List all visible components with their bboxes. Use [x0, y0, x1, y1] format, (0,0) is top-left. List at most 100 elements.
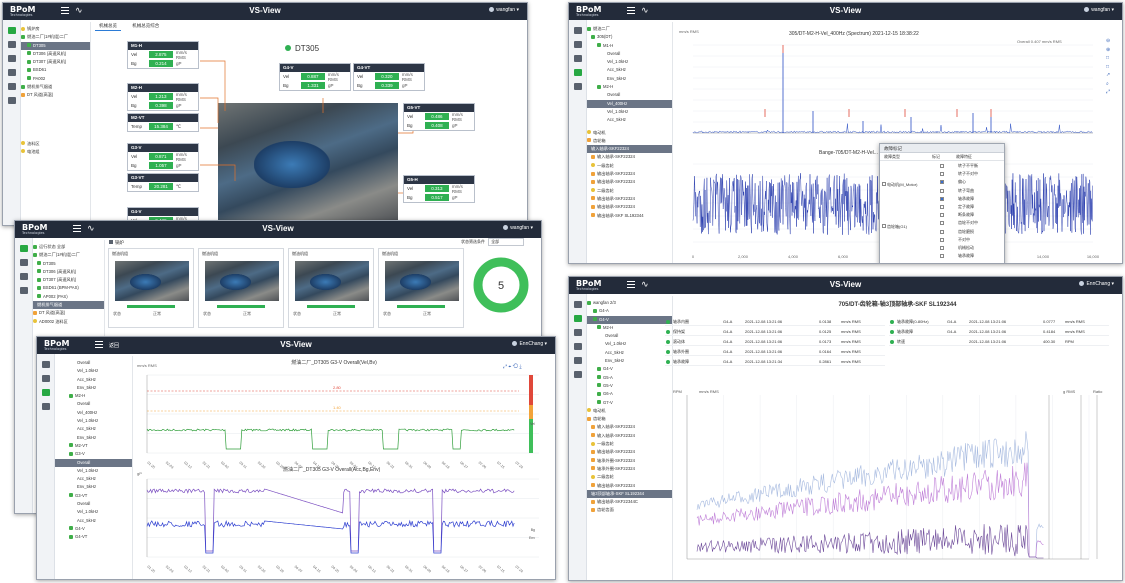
tree-item[interactable]: Overall [587, 50, 672, 58]
device-icon[interactable] [19, 287, 28, 294]
tree-item[interactable]: Vel_1.0kHz [587, 58, 672, 66]
fault-checkbox[interactable] [940, 205, 944, 210]
indicator-row[interactable]: 轴承故障 G4-A 2021-12-08 13:21:06 0.4184 mm/s RM… [889, 327, 1109, 336]
tree-item[interactable]: 电动机 [587, 407, 672, 415]
fault-group[interactable]: 齿轮箱(G1) [882, 224, 907, 230]
tree-item[interactable]: Acc_5kHz [55, 517, 132, 525]
tree-item[interactable]: DT307 (高速风机) [33, 276, 104, 284]
alarm-icon[interactable] [573, 357, 582, 364]
indicator-row[interactable]: 轴承外圈 G4-A 2021-12-08 13:21:06 0.0164 mm/s RM… [665, 347, 885, 356]
sensor-card[interactable]: M2-VT Temp 15.384 ℃ [127, 113, 199, 132]
tree-item[interactable]: 齿轮箱 [587, 415, 672, 423]
fault-checkbox[interactable] [940, 188, 944, 193]
tree-item[interactable]: G5-A [587, 374, 672, 382]
chart-icon[interactable] [573, 315, 582, 322]
tree-item[interactable]: 一级齿轮 [587, 440, 672, 448]
tree-item[interactable]: DT 风道(高温) [33, 309, 104, 317]
tree-item[interactable]: Vel_1.0kHz [55, 467, 132, 475]
sensor-card[interactable]: G4-VT Vel 0.320 mm/s RMS Bg 0.339 gP [353, 63, 425, 91]
tree-item[interactable]: Overall [55, 359, 132, 367]
tree-item[interactable]: Vel_1.0kHz [587, 340, 672, 348]
tree-item[interactable]: Vel_400Hz [55, 409, 132, 417]
tree-item-selected[interactable]: Overall [55, 458, 132, 467]
indicator-row[interactable]: 滚动体 G4-A 2021-12-08 13:21:06 0.0173 mm/s RMS [665, 337, 885, 346]
tree-item[interactable]: Env_5kHz [55, 483, 132, 491]
fault-row[interactable]: 断条故障 [934, 211, 978, 219]
device-icon[interactable] [573, 343, 582, 350]
fault-checkbox[interactable] [940, 221, 944, 226]
indicator-row[interactable]: 轴承故障(0-80Hz) G4-A 2021-12-08 13:21:06 0.077… [889, 317, 1109, 326]
tree-item[interactable]: 输出轴承-SKF22344C [587, 498, 672, 506]
tree-item[interactable]: Overall [55, 500, 132, 508]
machine-card[interactable]: 燃油机组 状态 正常 [378, 248, 464, 328]
user-menu[interactable]: EnnChang ▾ [512, 341, 547, 347]
tree-item[interactable]: G6-A [587, 390, 672, 398]
tree-item[interactable]: Env_5kHz [587, 75, 672, 83]
fault-row[interactable]: 转子弯曲 [934, 187, 978, 195]
tree-item[interactable]: AD0002 油料区 [33, 318, 104, 326]
user-menu[interactable]: wangfan ▾ [503, 225, 533, 231]
tree-item[interactable]: Acc_5kHz [587, 116, 672, 124]
settings-icon[interactable] [573, 371, 582, 378]
machine-card[interactable]: 燃油机组 状态 正常 [288, 248, 374, 328]
tree-item[interactable]: Acc_5kHz [55, 425, 132, 433]
tree-item[interactable]: 输出轴承-SKF22324 [587, 178, 672, 186]
tree-item[interactable]: BSD61 (BPM-PAS) [33, 284, 104, 292]
sensor-card[interactable]: G3-V Vel 0.871 mm/s RMS Bg 1.057 gP [127, 143, 199, 171]
fault-row[interactable]: 齿轮不对中 [934, 219, 978, 227]
tree-item[interactable]: G4-V [587, 365, 672, 373]
fault-checkbox[interactable] [940, 245, 944, 250]
sensor-card[interactable]: G5-H Vel 0.313 mm/s RMS Bg 0.517 gP [403, 175, 475, 203]
fault-row[interactable]: 不对中 [934, 236, 978, 244]
fault-row[interactable]: 轴承故障 [934, 252, 978, 260]
dashboard-icon[interactable] [573, 27, 582, 34]
dashboard-icon[interactable] [41, 361, 50, 368]
tree-item[interactable]: 输出轴承-SKF SL192344 [587, 212, 672, 220]
fault-group[interactable]: 电动机(M_Motor) [882, 182, 917, 188]
tree-item[interactable]: M1-H [587, 42, 672, 50]
tree-item[interactable]: Acc_5kHz [587, 66, 672, 74]
device-icon[interactable] [41, 403, 50, 410]
indicator-row[interactable]: 保持架 G4-A 2021-12-08 13:21:06 0.0125 mm/s RMS [665, 327, 885, 336]
machine-card[interactable]: 燃油机组 状态 正常 [108, 248, 194, 328]
fault-checkbox[interactable] [940, 237, 944, 242]
tree-item[interactable]: Acc_5kHz [55, 376, 132, 384]
fault-checkbox[interactable] [940, 254, 944, 259]
alarm-icon[interactable] [573, 83, 582, 90]
sensor-card[interactable]: G5-VT Vel 0.486 mm/s RMS Bg 0.408 gP [403, 103, 475, 131]
report-icon[interactable] [41, 389, 50, 396]
tree-item[interactable]: 输出轴承-SKF22324 [587, 448, 672, 456]
tree-item[interactable]: 齿轮箱 [587, 137, 672, 145]
tree-item[interactable]: AP002 (PAS) [33, 293, 104, 301]
fault-checkbox[interactable] [940, 180, 944, 185]
tree-item[interactable]: 输出轴承-SKF22324 [587, 482, 672, 490]
chart-icon[interactable] [573, 41, 582, 48]
fault-row[interactable]: 轴承故障 [934, 195, 978, 203]
chart-tools[interactable]: ⤢ ⌖ ⟲ ⤓ [503, 364, 522, 370]
sensor-card[interactable]: M1-H Vel 2.875 mm/s RMS Bg 0.214 gP [127, 41, 199, 69]
fault-row[interactable]: 偏心 [934, 178, 978, 186]
tree-item[interactable]: Vel_1.0kHz [55, 367, 132, 375]
fault-row[interactable]: 转子不平衡 [934, 162, 978, 170]
tree-item[interactable]: 齿轮齿面 [587, 506, 672, 514]
dashboard-icon[interactable] [573, 301, 582, 308]
tree-item[interactable]: 一级齿轮 [587, 162, 672, 170]
fault-checkbox[interactable] [940, 164, 944, 169]
fault-row[interactable]: 转子不对中 [934, 170, 978, 178]
device-icon[interactable] [573, 69, 582, 76]
dashboard-icon[interactable] [19, 245, 28, 252]
report-icon[interactable] [19, 273, 28, 280]
tree-item[interactable]: 燃油二厂(1#机组)二厂 [33, 251, 104, 259]
tree-item[interactable]: 二级齿轮 [587, 473, 672, 481]
indicator-row[interactable]: 轴承故障 G4-A 2021-12-08 13:21:34 0.2861 mm/s RM… [665, 357, 885, 366]
tree-item[interactable]: Acc_5kHz [55, 475, 132, 483]
sensor-card[interactable]: G4-V Vel 0.887 mm/s RMS Bg 1.331 gP [279, 63, 351, 91]
tree-item[interactable]: M2-H [55, 392, 132, 400]
tree-item[interactable]: Env_5kHz [55, 384, 132, 392]
fault-row[interactable]: 齿轮磨损 [934, 228, 978, 236]
sensor-card[interactable]: M2-H Vel 1.213 mm/s RMS Bg 0.398 gP [127, 83, 199, 111]
tree-item[interactable]: M2-VT [55, 442, 132, 450]
tree-item[interactable]: DT306 (高速风机) [33, 268, 104, 276]
user-menu[interactable]: EnnChang ▾ [1079, 281, 1114, 287]
fault-checkbox[interactable] [940, 229, 944, 234]
